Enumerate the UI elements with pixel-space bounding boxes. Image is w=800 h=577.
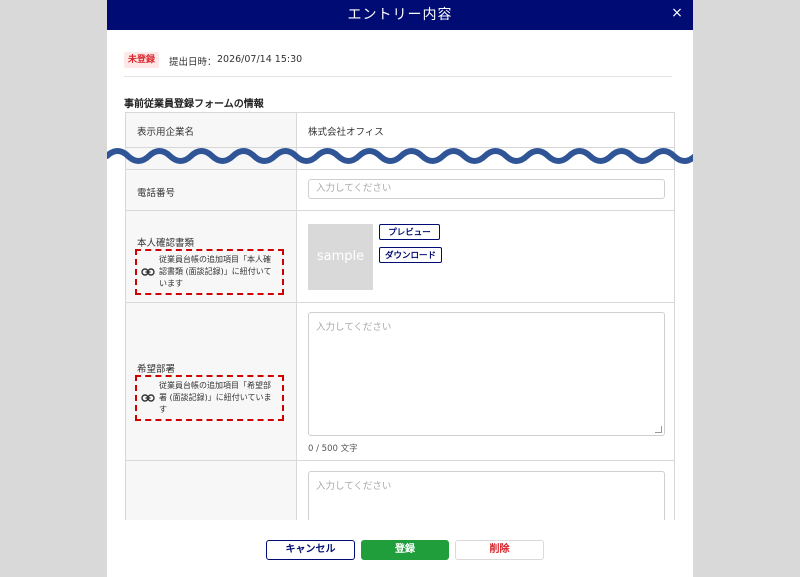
close-icon[interactable]: ×: [667, 3, 687, 23]
status-badge: 未登録: [124, 52, 160, 68]
table-row-department: 希望部署 従業員台帳の追加項目「希望部署 (面談記録)」に紐付いています 入力し…: [126, 303, 674, 461]
table-row-id-document: 本人確認書類 従業員台帳の追加項目「本人確認書類 (面談記録)」に紐付いています…: [126, 211, 674, 303]
modal-footer: キャンセル 登録 削除: [107, 520, 693, 577]
link-icon: [141, 394, 155, 402]
table-row-phone: 電話番号 入力してください: [126, 170, 674, 211]
linked-note: 従業員台帳の追加項目「本人確認書類 (面談記録)」に紐付いています: [135, 249, 284, 295]
register-button[interactable]: 登録: [361, 540, 449, 560]
char-count: 0 / 500 文字: [308, 444, 358, 454]
form-table: 表示用企業名 株式会社オフィス 電話番号 入力してください 本人確認書類 従業員…: [125, 112, 675, 541]
row-value-cell: sample プレビュー ダウンロード: [297, 211, 674, 302]
modal-header: エントリー内容 ×: [107, 0, 693, 30]
submitted-datetime: 2026/07/14 15:30: [217, 54, 303, 65]
row-value-cell: 株式会社オフィス: [297, 113, 674, 147]
divider: [124, 76, 672, 77]
resize-handle-icon[interactable]: [655, 426, 662, 433]
entry-modal: エントリー内容 × 未登録 提出日時： 2026/07/14 15:30 事前従…: [107, 0, 693, 577]
phone-input[interactable]: 入力してください: [308, 179, 665, 199]
row-label-cell: 本人確認書類 従業員台帳の追加項目「本人確認書類 (面談記録)」に紐付いています: [126, 211, 297, 302]
extra-placeholder: 入力してください: [316, 481, 392, 492]
phone-label: 電話番号: [137, 188, 176, 199]
row-label-cell: 希望部署 従業員台帳の追加項目「希望部署 (面談記録)」に紐付いています: [126, 303, 297, 460]
department-textarea[interactable]: 入力してください: [308, 312, 665, 436]
cancel-button[interactable]: キャンセル: [266, 540, 355, 560]
section-title: 事前従業員登録フォームの情報: [124, 99, 264, 110]
row-label-cell: 表示用企業名: [126, 113, 297, 147]
submitted-label: 提出日時：: [169, 57, 217, 68]
department-label: 希望部署: [137, 364, 176, 375]
id-document-label: 本人確認書類: [137, 238, 195, 249]
company-value: 株式会社オフィス: [308, 127, 384, 138]
link-icon: [141, 268, 155, 276]
linked-note: 従業員台帳の追加項目「希望部署 (面談記録)」に紐付いています: [135, 375, 284, 421]
row-label-cell: 電話番号: [126, 170, 297, 210]
row-value-cell: 入力してください 0 / 500 文字: [297, 303, 674, 460]
preview-button[interactable]: プレビュー: [379, 224, 440, 240]
omission-wave-line: [107, 148, 693, 164]
modal-title: エントリー内容: [347, 7, 453, 23]
company-label: 表示用企業名: [137, 127, 195, 138]
linked-note-text: 従業員台帳の追加項目「本人確認書類 (面談記録)」に紐付いています: [159, 255, 272, 288]
document-thumbnail: sample: [308, 224, 373, 290]
delete-button[interactable]: 削除: [455, 540, 544, 560]
linked-note-text: 従業員台帳の追加項目「希望部署 (面談記録)」に紐付いています: [159, 381, 272, 414]
row-value-cell: 入力してください: [297, 170, 674, 210]
department-placeholder: 入力してください: [316, 322, 392, 333]
download-button[interactable]: ダウンロード: [379, 247, 442, 263]
